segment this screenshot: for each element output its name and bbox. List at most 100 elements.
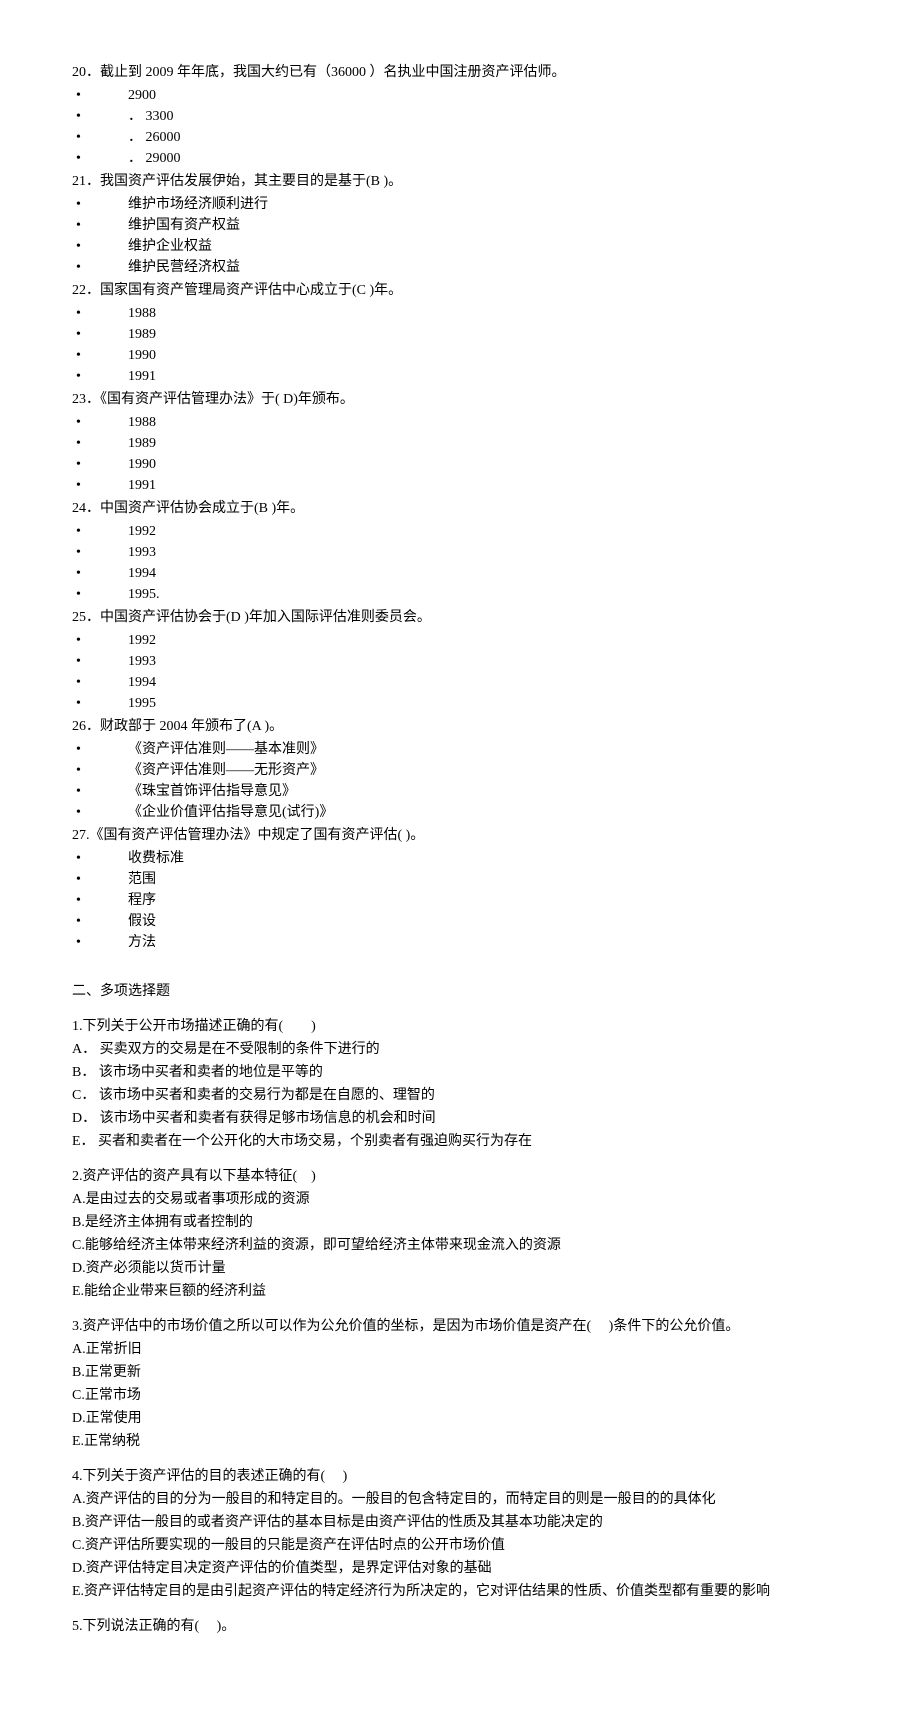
option-text: A.资产评估的目的分为一般目的和特定目的。一般目的包含特定目的，而特定目的则是一… xyxy=(72,1489,848,1510)
option-list: •《资产评估准则——基本准则》•《资产评估准则——无形资产》•《珠宝首饰评估指导… xyxy=(72,739,848,823)
option-text: C． 该市场中买者和卖者的交易行为都是在自愿的、理智的 xyxy=(72,1085,848,1106)
list-item: •维护民营经济权益 xyxy=(72,257,848,278)
bullet-icon: • xyxy=(72,345,128,366)
option-text: C.正常市场 xyxy=(72,1385,848,1406)
option-text: A.正常折旧 xyxy=(72,1339,848,1360)
question-stem: 3.资产评估中的市场价值之所以可以作为公允价值的坐标，是因为市场价值是资产在( … xyxy=(72,1316,848,1337)
list-item: •1988 xyxy=(72,412,848,433)
bullet-icon: • xyxy=(72,911,128,932)
list-item: •1994 xyxy=(72,672,848,693)
option-text: C.能够给经济主体带来经济利益的资源，即可望给经济主体带来现金流入的资源 xyxy=(72,1235,848,1256)
option-list: •1992•1993•1994•1995. xyxy=(72,521,848,605)
option-text: 1993 xyxy=(128,651,848,672)
option-list: •收费标准•范围•程序•假设•方法 xyxy=(72,848,848,953)
list-item: •维护国有资产权益 xyxy=(72,215,848,236)
option-text: D.资产评估特定目决定资产评估的价值类型，是界定评估对象的基础 xyxy=(72,1558,848,1579)
option-text: 1994 xyxy=(128,672,848,693)
mc-question: 1.下列关于公开市场描述正确的有( )A． 买卖双方的交易是在不受限制的条件下进… xyxy=(72,1016,848,1152)
bullet-icon: • xyxy=(72,563,128,584)
bullet-icon: • xyxy=(72,324,128,345)
option-text: B． 该市场中买者和卖者的地位是平等的 xyxy=(72,1062,848,1083)
bullet-icon: • xyxy=(72,739,128,760)
option-text: 1991 xyxy=(128,366,848,387)
list-item: •1994 xyxy=(72,563,848,584)
question-stem: 27.《国有资产评估管理办法》中规定了国有资产评估( )。 xyxy=(72,825,848,846)
mc-question: 2.资产评估的资产具有以下基本特征( )A.是由过去的交易或者事项形成的资源B.… xyxy=(72,1166,848,1302)
question-stem: 4.下列关于资产评估的目的表述正确的有( ) xyxy=(72,1466,848,1487)
list-item: •1991 xyxy=(72,366,848,387)
option-text: 1995. xyxy=(128,584,848,605)
bullet-icon: • xyxy=(72,848,128,869)
option-text: 2900 xyxy=(128,85,848,106)
list-item: •． 29000 xyxy=(72,148,848,169)
list-item: •方法 xyxy=(72,932,848,953)
bullet-icon: • xyxy=(72,257,128,278)
question-stem: 23．《国有资产评估管理办法》于( D)年颁布。 xyxy=(72,389,848,410)
option-text: 维护市场经济顺利进行 xyxy=(128,194,848,215)
list-item: •． 26000 xyxy=(72,127,848,148)
option-list: •1988•1989•1990•1991 xyxy=(72,303,848,387)
bullet-icon: • xyxy=(72,651,128,672)
list-item: •1989 xyxy=(72,324,848,345)
bullet-icon: • xyxy=(72,412,128,433)
list-item: •程序 xyxy=(72,890,848,911)
option-text: E.正常纳税 xyxy=(72,1431,848,1452)
option-text: 《资产评估准则——基本准则》 xyxy=(128,739,848,760)
option-text: 1989 xyxy=(128,324,848,345)
option-text: 收费标准 xyxy=(128,848,848,869)
bullet-icon: • xyxy=(72,760,128,781)
question-stem: 24．中国资产评估协会成立于(B )年。 xyxy=(72,498,848,519)
option-list: •1988•1989•1990•1991 xyxy=(72,412,848,496)
option-text: ． 29000 xyxy=(128,148,848,169)
option-text: ． 26000 xyxy=(128,127,848,148)
list-item: •《资产评估准则——基本准则》 xyxy=(72,739,848,760)
list-item: •《企业价值评估指导意见(试行)》 xyxy=(72,802,848,823)
option-list: •维护市场经济顺利进行•维护国有资产权益•维护企业权益•维护民营经济权益 xyxy=(72,194,848,278)
option-text: ． 3300 xyxy=(128,106,848,127)
option-text: 1993 xyxy=(128,542,848,563)
option-text: 1990 xyxy=(128,345,848,366)
option-text: B.正常更新 xyxy=(72,1362,848,1383)
option-text: 《珠宝首饰评估指导意见》 xyxy=(128,781,848,802)
option-text: C.资产评估所要实现的一般目的只能是资产在评估时点的公开市场价值 xyxy=(72,1535,848,1556)
option-text: 范围 xyxy=(128,869,848,890)
option-text: 1990 xyxy=(128,454,848,475)
option-text: 1995 xyxy=(128,693,848,714)
question-stem: 5.下列说法正确的有( )。 xyxy=(72,1616,848,1637)
list-item: •《资产评估准则——无形资产》 xyxy=(72,760,848,781)
question-stem: 22．国家国有资产管理局资产评估中心成立于(C )年。 xyxy=(72,280,848,301)
question-stem: 26．财政部于 2004 年颁布了(A )。 xyxy=(72,716,848,737)
option-text: 1992 xyxy=(128,521,848,542)
bullet-icon: • xyxy=(72,672,128,693)
list-item: •1993 xyxy=(72,651,848,672)
bullet-icon: • xyxy=(72,127,128,148)
option-text: 维护民营经济权益 xyxy=(128,257,848,278)
bullet-icon: • xyxy=(72,630,128,651)
bullet-icon: • xyxy=(72,215,128,236)
bullet-icon: • xyxy=(72,521,128,542)
bullet-icon: • xyxy=(72,890,128,911)
option-text: 维护企业权益 xyxy=(128,236,848,257)
bullet-icon: • xyxy=(72,869,128,890)
list-item: •假设 xyxy=(72,911,848,932)
list-item: •． 3300 xyxy=(72,106,848,127)
bullet-icon: • xyxy=(72,584,128,605)
option-text: D． 该市场中买者和卖者有获得足够市场信息的机会和时间 xyxy=(72,1108,848,1129)
bullet-icon: • xyxy=(72,366,128,387)
bullet-icon: • xyxy=(72,236,128,257)
list-item: •1995 xyxy=(72,693,848,714)
bullet-icon: • xyxy=(72,693,128,714)
bullet-icon: • xyxy=(72,802,128,823)
option-text: 1994 xyxy=(128,563,848,584)
section-2-title: 二、多项选择题 xyxy=(72,981,848,1002)
option-text: 程序 xyxy=(128,890,848,911)
option-text: D.资产必须能以货币计量 xyxy=(72,1258,848,1279)
bullet-icon: • xyxy=(72,932,128,953)
mc-question: 3.资产评估中的市场价值之所以可以作为公允价值的坐标，是因为市场价值是资产在( … xyxy=(72,1316,848,1452)
option-text: 1988 xyxy=(128,303,848,324)
mc-question: 5.下列说法正确的有( )。 xyxy=(72,1616,848,1637)
option-list: •1992•1993•1994•1995 xyxy=(72,630,848,714)
option-text: D.正常使用 xyxy=(72,1408,848,1429)
option-text: 维护国有资产权益 xyxy=(128,215,848,236)
option-text: 1991 xyxy=(128,475,848,496)
